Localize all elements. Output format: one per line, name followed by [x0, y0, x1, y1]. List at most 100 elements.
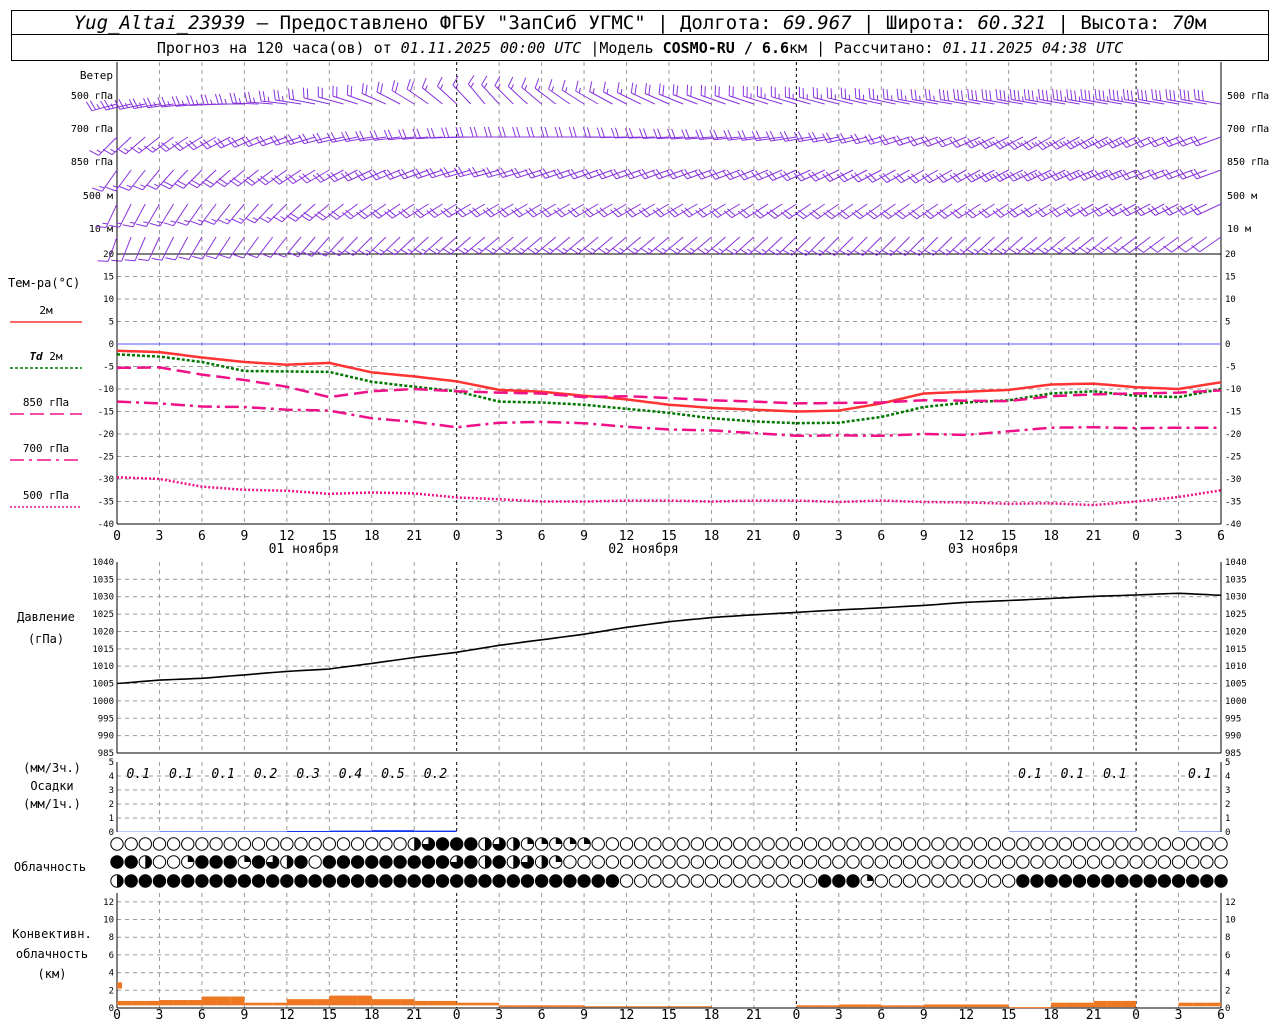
cloud-symbol-outline [832, 855, 846, 869]
cloud-symbol-outline [1143, 855, 1157, 869]
cloud-symbol-fill [280, 874, 294, 888]
cloud-symbol-outline [619, 855, 634, 869]
cloud-symbol-fill [464, 855, 478, 869]
cloud-symbol [605, 874, 620, 888]
cloud-symbol [393, 855, 407, 869]
precip-bar [315, 831, 330, 832]
cloud-symbol-outline [902, 855, 917, 869]
cloud-symbol [520, 874, 535, 888]
cloud-symbol [506, 874, 521, 888]
convective-xtick: 3 [835, 1008, 843, 1023]
cloud-symbol [902, 874, 917, 888]
cloud-symbol-outline [1086, 855, 1101, 869]
cloud-symbol-outline [1086, 837, 1101, 851]
pressure-ytick-left: 995 [98, 714, 114, 724]
cloud-symbol-outline [747, 855, 761, 869]
cloud-symbol-outline [662, 874, 676, 888]
cloud-symbol-outline [223, 837, 237, 851]
convective-bar [230, 996, 245, 1006]
cloud-symbol [619, 874, 634, 888]
wind-barb [452, 75, 472, 105]
cloud-symbol [775, 837, 789, 851]
cloud-symbol-outline [1157, 837, 1172, 851]
convective-ytick-right: 8 [1225, 933, 1230, 943]
cloud-symbol-outline [931, 837, 945, 851]
cloud-symbol-outline [775, 874, 789, 888]
convective-ytick-right: 4 [1225, 969, 1230, 979]
convective-bar [159, 1000, 174, 1006]
cloud-symbol-outline [1200, 837, 1214, 851]
convective-xtick: 15 [661, 1008, 677, 1023]
cloud-symbol [1171, 874, 1186, 888]
cloud-symbol-outline [973, 874, 988, 888]
cloud-symbol [166, 855, 181, 869]
cloud-symbol-outline [619, 874, 634, 888]
cloud-symbol-fill [832, 874, 846, 888]
cloud-symbol [1129, 855, 1143, 869]
convective-bar [216, 996, 231, 1006]
convective-xtick: 9 [240, 1008, 248, 1023]
cloud-symbol [1101, 874, 1115, 888]
convective-xtick: 18 [364, 1008, 380, 1023]
cloud-symbol [110, 837, 124, 851]
cloud-symbol-fill [153, 874, 166, 888]
cloud-symbol [223, 837, 237, 851]
cloud-symbol [1030, 874, 1044, 888]
cloud-symbol-fill [414, 837, 421, 851]
cloud-symbol [421, 855, 436, 869]
cloud-symbol-outline [874, 874, 889, 888]
convective-ytick-left: 12 [103, 898, 114, 908]
temp-ytick-left: -15 [98, 408, 114, 418]
convective-bar [895, 1005, 910, 1008]
cloud-symbol-outline [1143, 837, 1157, 851]
cloud-symbol [973, 837, 988, 851]
cloud-symbol [195, 837, 209, 851]
cloud-symbol-outline [987, 855, 1002, 869]
convective-bar [598, 1006, 613, 1008]
wind-barb [288, 88, 316, 105]
cloud-symbol [237, 855, 252, 869]
cloud-symbol-fill [195, 855, 209, 869]
precip-bar [301, 831, 316, 832]
convective-bar [1192, 1002, 1207, 1007]
cloud-symbol [1129, 874, 1143, 888]
wind-barb [494, 76, 514, 105]
cloud-symbol-outline [718, 874, 733, 888]
pressure-ytick-left: 1000 [92, 697, 114, 707]
cloud-symbol [733, 874, 747, 888]
cloud-symbol-outline [1016, 837, 1030, 851]
precip-bar [357, 830, 372, 832]
precip-amount-label: 0.1 [169, 767, 192, 782]
cloud-symbol-fill [379, 855, 393, 869]
cloud-symbol [1143, 874, 1157, 888]
wind-barb [151, 236, 175, 261]
cloud-symbol-outline [110, 837, 124, 851]
cloud-symbol-fill [549, 874, 562, 888]
convective-xtick: 21 [406, 1008, 422, 1023]
convective-bar [1065, 1002, 1080, 1008]
temp-ytick-right: -5 [1225, 363, 1236, 373]
wind-level-label-left: 850 гПа [71, 157, 113, 168]
temp-xtick: 0 [113, 529, 121, 544]
cloud-symbol-fill [1144, 874, 1157, 888]
cloud-symbol [888, 874, 903, 888]
convective-title-2: облачность [16, 947, 88, 961]
convective-ytick-left: 4 [109, 969, 114, 979]
cloud-symbol-fill [110, 855, 124, 869]
cloud-symbol [407, 874, 421, 888]
convective-xtick: 6 [1217, 1008, 1225, 1023]
cloud-symbol-fill [286, 855, 294, 869]
precip-amount-label: 0.3 [296, 767, 319, 782]
cloud-symbol [549, 874, 563, 888]
cloud-symbol [633, 855, 648, 869]
cloud-symbol-fill [1059, 874, 1072, 888]
cloud-symbol-outline [1157, 855, 1172, 869]
cloud-symbol [1101, 837, 1115, 851]
cloud-symbol-fill [181, 874, 194, 888]
cloud-symbol-outline [294, 837, 308, 851]
temp-ytick-left: -40 [98, 520, 114, 530]
cloud-symbol [633, 874, 648, 888]
precip-bar [272, 831, 287, 832]
cloud-symbol [987, 837, 1002, 851]
cloud-symbol-outline [789, 874, 804, 888]
